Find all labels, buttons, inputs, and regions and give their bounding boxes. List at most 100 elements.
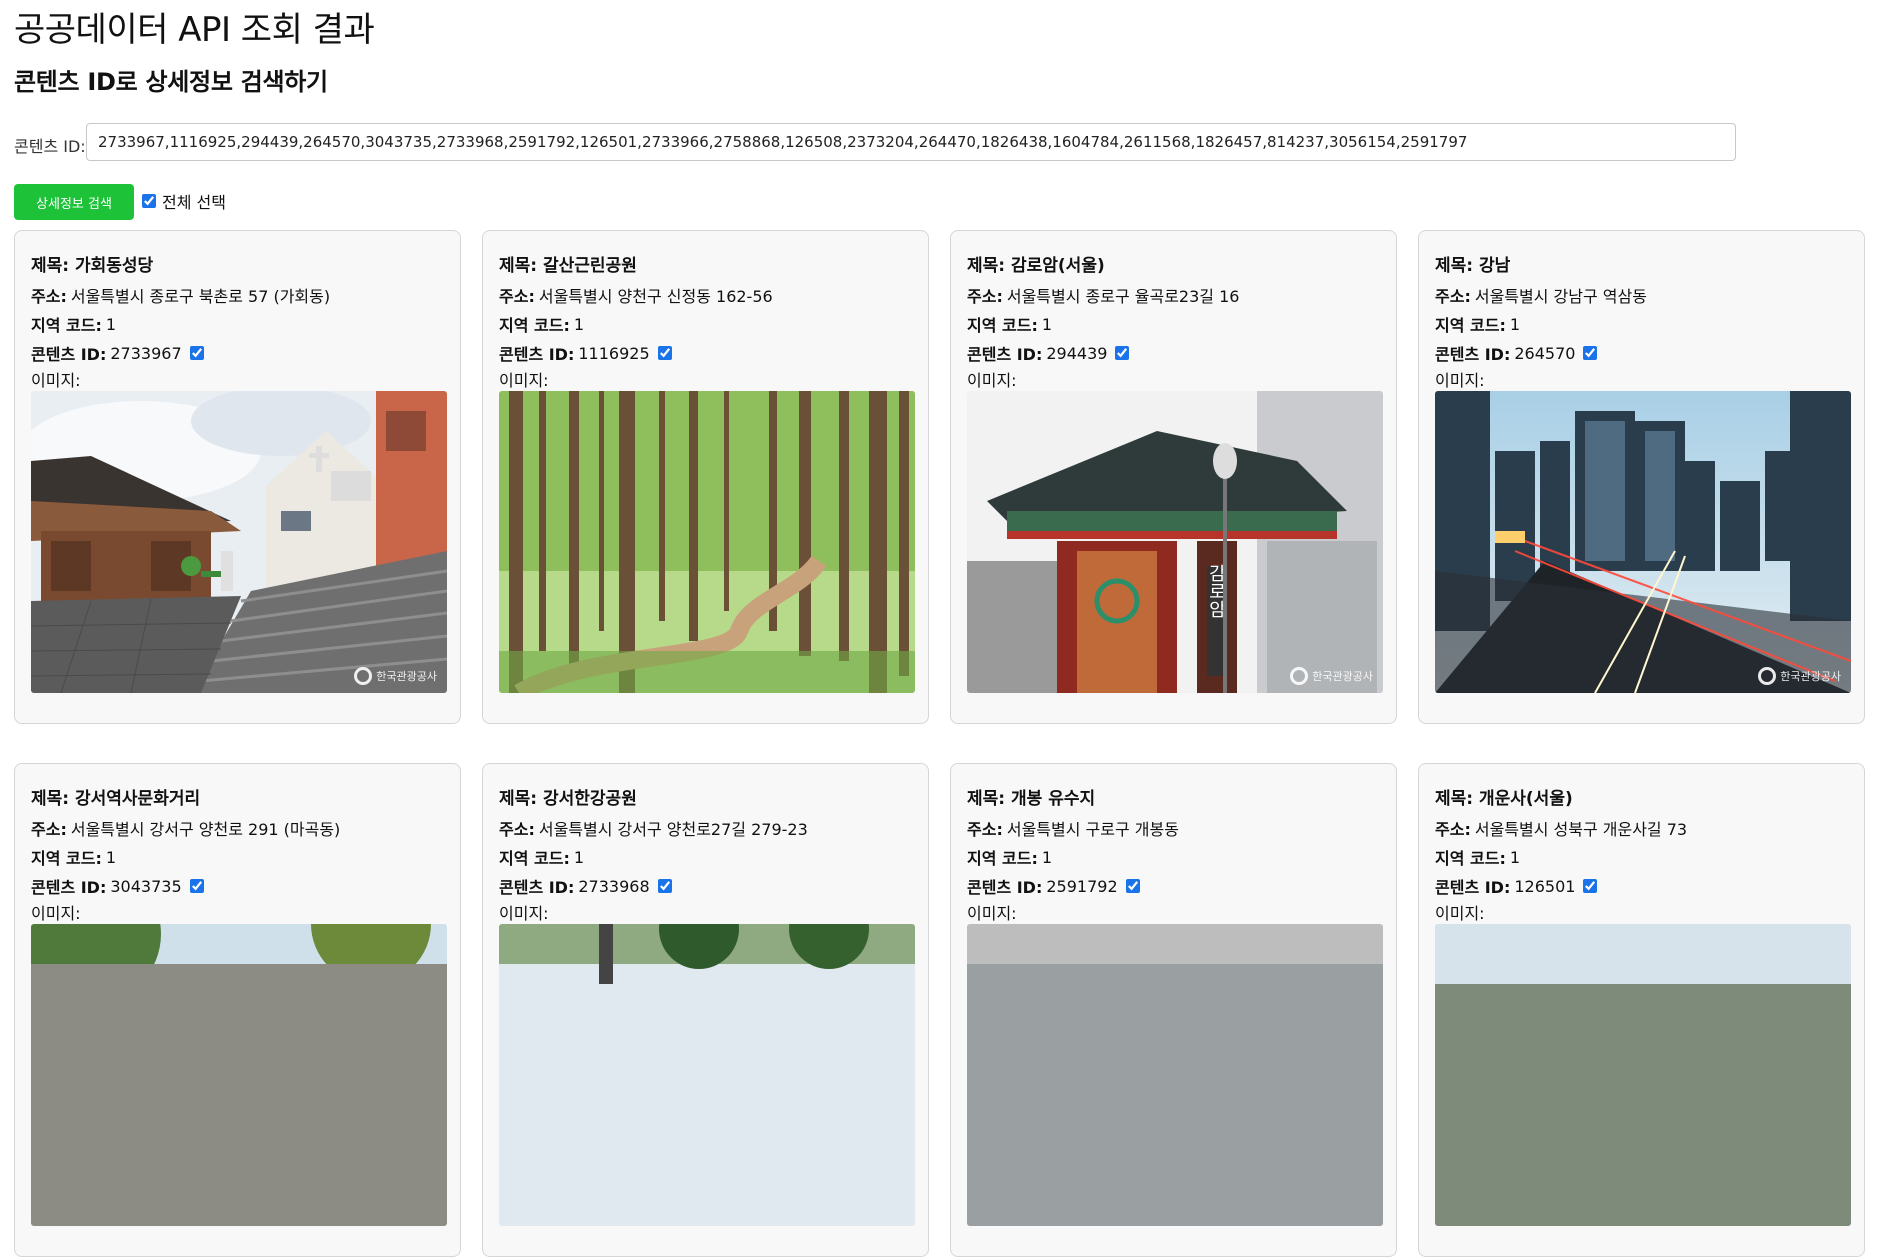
address-value: 서울특별시 강서구 양천로27길 279-23 [538, 820, 808, 839]
image-drawing [499, 924, 915, 1226]
card-title-text: 제목: 강서한강공원 [499, 789, 637, 809]
content-id-label: 콘텐츠 ID: [1435, 345, 1511, 364]
watermark-text: 한국관광공사 [1312, 670, 1373, 683]
card-address: 주소: 서울특별시 양천구 신정동 162-56 [499, 283, 773, 307]
address-value: 서울특별시 종로구 북촌로 57 (가회동) [70, 287, 331, 306]
content-id-checkbox[interactable] [189, 346, 204, 360]
address-value: 서울특별시 구로구 개봉동 [1006, 820, 1179, 839]
content-id-value: 294439 [1046, 343, 1108, 363]
temple-sky-photo [1435, 924, 1851, 1226]
card-title: 제목: 갈산근린공원 [499, 251, 637, 276]
card-area-code: 지역 코드: 1 [31, 845, 116, 869]
card-area-code: 지역 코드: 1 [967, 845, 1052, 869]
grey-sky-photo [967, 924, 1383, 1226]
image-drawing [31, 924, 447, 1226]
result-card: 제목: 갈산근린공원주소: 서울특별시 양천구 신정동 162-56 지역 코드: 1… [482, 230, 929, 724]
detail-search-button[interactable]: 상세정보 검색 [14, 184, 134, 220]
temple-gate-photo: 감로암 한국관광공사 [967, 391, 1383, 693]
card-title-text: 제목: 개운사(서울) [1435, 789, 1573, 809]
image-drawing [1435, 924, 1851, 1226]
card-content-id: 콘텐츠 ID: 294439 [967, 341, 1130, 365]
result-card: 제목: 강남 주소: 서울특별시 강남구 역삼동 지역 코드: 1 콘텐츠 ID: 2645… [1418, 230, 1865, 724]
image-drawing [499, 391, 915, 693]
content-id-checkbox[interactable] [657, 879, 672, 893]
card-address: 주소: 서울특별시 강남구 역삼동 [1435, 283, 1647, 307]
area-code-label: 지역 코드: [967, 849, 1038, 868]
content-id-checkbox[interactable] [1125, 879, 1140, 893]
area-code-value: 1 [1509, 847, 1521, 867]
content-id-checkbox[interactable] [657, 346, 672, 360]
address-value: 서울특별시 종로구 율곡로23길 16 [1006, 287, 1240, 306]
card-area-code: 지역 코드: 1 [31, 312, 116, 336]
watermark-text: 한국관광공사 [1780, 670, 1841, 683]
card-content-id: 콘텐츠 ID: 3043735 [31, 874, 204, 898]
card-image-label: 이미지: [967, 900, 1017, 924]
content-id-label: 콘텐츠 ID: [499, 878, 575, 897]
address-label: 주소: [967, 820, 1003, 839]
result-card: 제목: 가회동성당 주소: 서울특별시 종로구 북촌로 57 (가회동) 지역 코드:… [14, 230, 461, 724]
card-area-code: 지역 코드: 1 [499, 312, 584, 336]
content-id-checkbox[interactable] [189, 879, 204, 893]
card-image-label: 이미지: [499, 367, 549, 391]
address-label: 주소: [31, 820, 67, 839]
area-code-value: 1 [1041, 314, 1053, 334]
select-all-toggle[interactable]: 전체 선택 [142, 189, 226, 213]
card-title: 제목: 강서역사문화거리 [31, 784, 200, 809]
watermark-logo: 한국관광공사 [1290, 667, 1373, 685]
card-image-label: 이미지: [967, 367, 1017, 391]
content-id-value: 1116925 [578, 343, 650, 363]
select-all-checkbox[interactable] [142, 194, 156, 208]
result-card: 제목: 개운사(서울) 주소: 서울특별시 성북구 개운사길 73 지역 코드: 1 콘텐… [1418, 763, 1865, 1257]
card-content-id: 콘텐츠 ID: 126501 [1435, 874, 1598, 898]
card-title: 제목: 강서한강공원 [499, 784, 637, 809]
area-code-label: 지역 코드: [31, 316, 102, 335]
image-label: 이미지: [499, 904, 549, 923]
area-code-label: 지역 코드: [499, 849, 570, 868]
card-area-code: 지역 코드: 1 [499, 845, 584, 869]
address-label: 주소: [1435, 820, 1471, 839]
image-drawing [967, 924, 1383, 1226]
watermark-icon [1290, 667, 1309, 685]
address-label: 주소: [499, 820, 535, 839]
content-id-checkbox[interactable] [1583, 346, 1598, 360]
church-hanok-photo: 한국관광공사 [31, 391, 447, 693]
content-id-value: 3043735 [110, 876, 182, 896]
content-id-checkbox[interactable] [1583, 879, 1598, 893]
image-label: 이미지: [1435, 904, 1485, 923]
card-address: 주소: 서울특별시 강서구 양천로27길 279-23 [499, 816, 808, 840]
content-id-value: 2591792 [1046, 876, 1118, 896]
card-address: 주소: 서울특별시 강서구 양천로 291 (마곡동) [31, 816, 340, 840]
image-label: 이미지: [967, 371, 1017, 390]
card-title-text: 제목: 가회동성당 [31, 256, 154, 276]
area-code-value: 1 [105, 314, 117, 334]
card-image-label: 이미지: [31, 900, 81, 924]
card-title-text: 제목: 감로암(서울) [967, 256, 1105, 276]
content-id-input[interactable] [86, 123, 1736, 161]
forest-path-photo [499, 391, 915, 693]
card-content-id: 콘텐츠 ID: 2591792 [967, 874, 1140, 898]
watermark-text: 한국관광공사 [376, 670, 437, 683]
street-trees-photo [31, 924, 447, 1226]
card-title-text: 제목: 강서역사문화거리 [31, 789, 201, 809]
address-label: 주소: [967, 287, 1003, 306]
select-all-label: 전체 선택 [162, 193, 226, 212]
card-title: 제목: 강남 [1435, 251, 1510, 276]
image-label: 이미지: [31, 904, 81, 923]
area-code-value: 1 [1041, 847, 1053, 867]
image-drawing [31, 391, 447, 693]
content-id-label: 콘텐츠 ID: [967, 878, 1043, 897]
address-value: 서울특별시 양천구 신정동 162-56 [538, 287, 773, 306]
area-code-value: 1 [573, 314, 585, 334]
content-id-checkbox[interactable] [1115, 346, 1130, 360]
address-label: 주소: [1435, 287, 1471, 306]
card-content-id: 콘텐츠 ID: 1116925 [499, 341, 672, 365]
area-code-value: 1 [105, 847, 117, 867]
area-code-label: 지역 코드: [1435, 316, 1506, 335]
gangnam-city-photo: 한국관광공사 [1435, 391, 1851, 693]
card-image-label: 이미지: [1435, 367, 1485, 391]
card-title-text: 제목: 갈산근린공원 [499, 256, 637, 276]
result-card: 제목: 강서역사문화거리주소: 서울특별시 강서구 양천로 291 (마곡동) 지역… [14, 763, 461, 1257]
content-id-value: 2733968 [578, 876, 650, 896]
content-id-label: 콘텐츠 ID: [31, 878, 107, 897]
card-area-code: 지역 코드: 1 [967, 312, 1052, 336]
